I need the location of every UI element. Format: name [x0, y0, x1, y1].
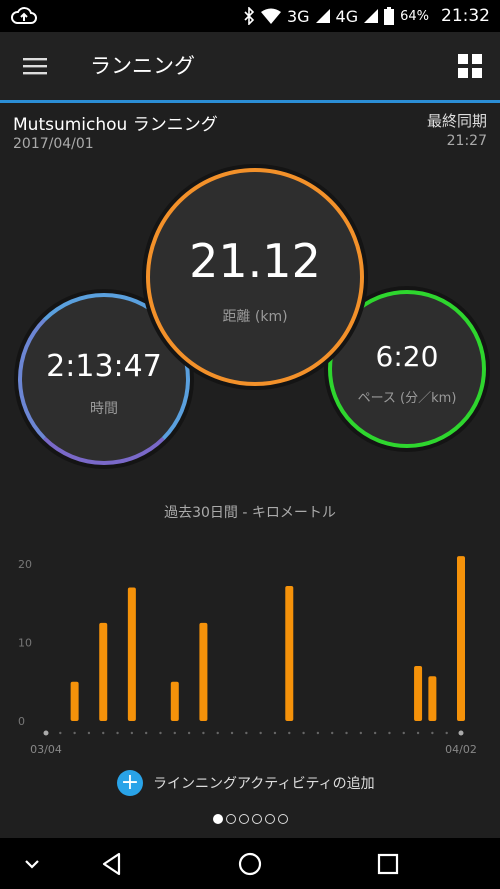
axis-dot: [159, 731, 162, 735]
axis-dot: [445, 731, 448, 735]
x-start-label: 03/04: [30, 743, 62, 756]
distance-label: 距離 (km): [222, 309, 288, 325]
network-4g: 4G: [335, 6, 359, 26]
chart-bar: [428, 676, 437, 721]
chart-bar: [199, 622, 208, 721]
add-activity-label: ラインニングアクティビティの追加: [153, 776, 375, 792]
chart-bar: [414, 666, 423, 721]
axis-dot: [259, 731, 262, 735]
page-dot[interactable]: [238, 814, 249, 824]
axis-dot: [230, 731, 234, 735]
y-tick-label: 20: [18, 558, 32, 571]
activity-date: 2017/04/01: [13, 136, 94, 152]
page-dot[interactable]: [225, 814, 236, 824]
axis-dot: [245, 731, 248, 735]
axis-dot: [173, 731, 176, 735]
axis-dot: [302, 731, 305, 735]
add-activity-button[interactable]: + ラインニングアクティビティの追加: [117, 770, 375, 796]
axis-dot: [102, 731, 105, 735]
home-icon[interactable]: [236, 850, 264, 878]
y-tick-label: 0: [18, 715, 25, 728]
battery-percent: 64%: [400, 8, 429, 24]
status-time: 21:32: [441, 6, 490, 26]
axis-dot: [373, 731, 377, 735]
chart-title: 過去30日間 - キロメートル: [164, 505, 336, 521]
plus-icon: +: [117, 770, 143, 796]
axis-dot: [345, 731, 348, 735]
axis-dot: [43, 730, 49, 736]
chart-bar: [170, 681, 179, 721]
chevron-down-icon[interactable]: [18, 850, 46, 878]
time-value: 2:13:47: [46, 348, 162, 384]
activity-name: Mutsumichou ランニング: [13, 115, 218, 135]
axis-dot: [359, 731, 363, 735]
navigation-bar: [0, 838, 500, 889]
x-end-label: 04/02: [445, 743, 477, 756]
page-dot[interactable]: [264, 814, 275, 824]
battery-icon: [384, 7, 395, 25]
axis-dot: [458, 730, 464, 736]
chart-bar: [99, 622, 108, 721]
app-bar: ランニング: [0, 32, 500, 100]
axis-dot: [416, 731, 420, 735]
cloud-sync-icon: [11, 7, 37, 24]
accent-divider: [0, 100, 500, 103]
time-label: 時間: [90, 400, 118, 417]
back-icon[interactable]: [98, 850, 126, 878]
chart-bar: [285, 585, 294, 721]
bluetooth-icon: [244, 7, 255, 25]
distance-stat[interactable]: 21.12 距離 (km): [146, 168, 364, 386]
last-sync-label: 最終同期: [426, 112, 487, 130]
axis-dot: [202, 731, 205, 735]
status-bar: 3G 4G 64% 21:32: [0, 0, 500, 32]
page-title: ランニング: [90, 54, 195, 78]
axis-dot: [288, 731, 291, 735]
grid-view-icon[interactable]: [456, 52, 484, 80]
signal-icon: [364, 9, 379, 23]
axis-dot: [216, 731, 219, 735]
menu-icon[interactable]: [20, 52, 50, 80]
axis-dot: [59, 731, 62, 735]
axis-dot: [130, 731, 134, 735]
axis-dot: [273, 731, 277, 735]
chart-bar: [127, 587, 136, 721]
page-dot[interactable]: [212, 814, 223, 824]
axis-dot: [144, 731, 148, 735]
axis-dot: [73, 731, 76, 735]
axis-dot: [116, 731, 119, 735]
wifi-icon: [260, 8, 281, 24]
axis-dot: [316, 731, 320, 735]
axis-dot: [187, 731, 191, 735]
last-sync-time: 21:27: [446, 133, 487, 149]
distance-value: 21.12: [189, 234, 321, 288]
distance-bar-chart: 0 10 20 03/04 04/02: [18, 556, 477, 756]
page-dot[interactable]: [251, 814, 262, 824]
axis-dot: [402, 731, 405, 735]
axis-dot: [431, 731, 434, 735]
page-dot[interactable]: [277, 814, 288, 824]
network-3g: 3G: [286, 6, 310, 26]
axis-dot: [331, 731, 334, 735]
page-indicator: [0, 814, 500, 824]
axis-dot: [87, 731, 91, 735]
axis-dot: [388, 731, 391, 735]
pace-label: ペース (分／km): [357, 391, 457, 406]
y-tick-label: 10: [18, 637, 32, 650]
recents-icon[interactable]: [374, 850, 402, 878]
chart-bar: [457, 556, 465, 721]
chart-bar: [70, 681, 79, 721]
pace-value: 6:20: [375, 340, 439, 373]
signal-icon: [315, 9, 330, 23]
